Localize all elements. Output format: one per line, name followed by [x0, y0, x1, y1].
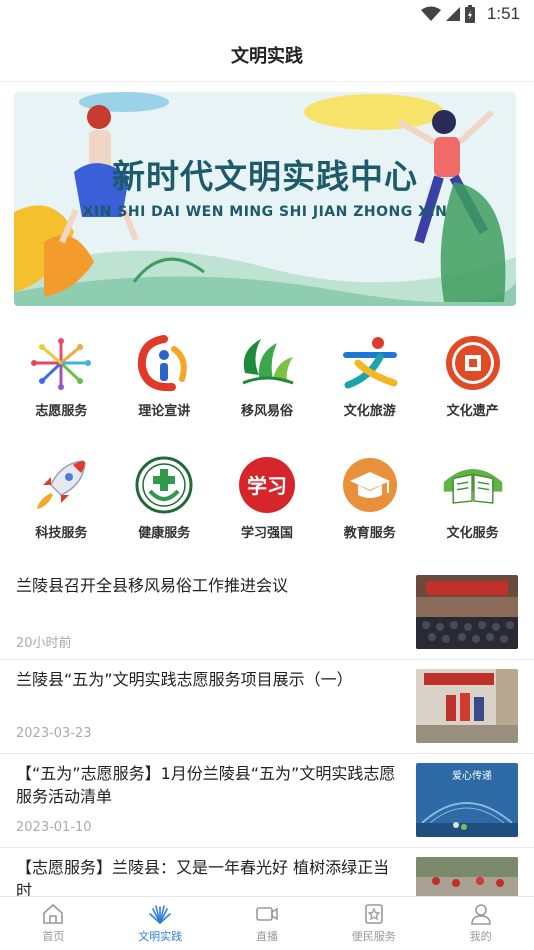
status-time: 1:51 [486, 4, 520, 23]
heritage-icon [440, 330, 506, 396]
wifi-icon [420, 6, 441, 21]
user-icon [470, 904, 491, 925]
rocket-icon [28, 452, 94, 518]
service-health[interactable]: 健康服务 [113, 452, 216, 562]
home-icon [43, 903, 64, 924]
service-label: 文化服务 [446, 526, 499, 541]
news-list: 兰陵县召开全县移风易俗工作推进会议 20小时前 兰陵县“五为”文明实践志愿服务项… [0, 566, 534, 942]
news-title: 兰陵县“五为”文明实践志愿服务项目展示（一） [16, 670, 353, 689]
service-xuexi[interactable]: 学习 学习强国 [216, 452, 319, 562]
tab-civilization[interactable]: 文明实践 [107, 897, 214, 950]
header: 文明实践 [0, 28, 534, 82]
service-label: 学习强国 [240, 526, 293, 541]
service-label: 移风易俗 [240, 404, 293, 419]
graduation-cap-icon [337, 452, 403, 518]
bottom-tab-bar: 首页 文明实践 直播 便民服务 我的 [0, 896, 534, 950]
tab-label: 便民服务 [351, 930, 396, 943]
tab-label: 文明实践 [138, 930, 183, 943]
service-tourism[interactable]: 文化旅游 [318, 330, 421, 440]
star-badge-icon [364, 904, 383, 924]
status-bar: 1:51 [0, 0, 534, 28]
service-label: 文化遗产 [446, 404, 499, 419]
news-thumbnail [416, 575, 518, 649]
service-heritage[interactable]: 文化遗产 [421, 330, 524, 440]
page-title: 文明实践 [231, 45, 303, 67]
service-theory[interactable]: 理论宣讲 [113, 330, 216, 440]
banner[interactable]: 新时代文明实践中心 XIN SHI DAI WEN MING SHI JIAN … [14, 92, 516, 306]
news-item[interactable]: 兰陵县召开全县移风易俗工作推进会议 20小时前 [0, 566, 534, 660]
service-label: 志愿服务 [35, 404, 88, 419]
service-label: 理论宣讲 [138, 404, 191, 419]
tab-profile[interactable]: 我的 [427, 897, 534, 950]
tab-live[interactable]: 直播 [214, 897, 321, 950]
xuexi-icon: 学习 [234, 452, 300, 518]
volunteer-icon [28, 330, 94, 396]
customs-icon [234, 330, 300, 396]
theory-icon [131, 330, 197, 396]
status-icons [420, 5, 475, 23]
thumbnail-caption: 爱心传递 [452, 769, 492, 782]
civilization-icon [149, 905, 171, 924]
news-title: 兰陵县召开全县移风易俗工作推进会议 [16, 576, 289, 595]
news-title: 【“五为”志愿服务】1月份兰陵县“五为”文明实践志愿服务活动清单 [16, 764, 396, 806]
service-label: 文化旅游 [343, 404, 396, 419]
banner-illustration [14, 92, 516, 306]
tab-label: 直播 [255, 930, 278, 943]
service-volunteer[interactable]: 志愿服务 [10, 330, 113, 440]
news-item[interactable]: 兰陵县“五为”文明实践志愿服务项目展示（一） 2023-03-23 [0, 660, 534, 754]
service-label: 科技服务 [35, 526, 88, 541]
news-thumbnail [416, 669, 518, 743]
tab-home[interactable]: 首页 [0, 897, 107, 950]
tab-label: 首页 [42, 930, 65, 943]
banner-title: 新时代文明实践中心 [112, 157, 418, 196]
service-technology[interactable]: 科技服务 [10, 452, 113, 562]
battery-icon [464, 5, 475, 23]
news-time: 2023-01-10 [16, 820, 92, 835]
book-icon [440, 452, 506, 518]
service-grid-row-2: 科技服务 健康服务 学习 学习强国 教育服务 文化服务 [10, 452, 524, 562]
service-label: 健康服务 [138, 526, 191, 541]
service-culture[interactable]: 文化服务 [421, 452, 524, 562]
signal-icon [445, 7, 460, 21]
service-grid-row-1: 志愿服务 理论宣讲 移风易俗 文化旅游 文化遗产 [10, 330, 524, 440]
tab-label: 我的 [469, 930, 492, 943]
news-time: 20小时前 [16, 636, 72, 651]
news-item[interactable]: 【“五为”志愿服务】1月份兰陵县“五为”文明实践志愿服务活动清单 2023-01… [0, 754, 534, 848]
svg-text:学习: 学习 [247, 474, 287, 498]
service-label: 教育服务 [343, 526, 396, 541]
service-education[interactable]: 教育服务 [318, 452, 421, 562]
health-icon [131, 452, 197, 518]
tab-services[interactable]: 便民服务 [320, 897, 427, 950]
tourism-icon [337, 330, 403, 396]
news-time: 2023-03-23 [16, 726, 92, 741]
video-icon [256, 907, 278, 921]
service-customs[interactable]: 移风易俗 [216, 330, 319, 440]
banner-subtitle: XIN SHI DAI WEN MING SHI JIAN ZHONG XIN [82, 204, 448, 220]
news-thumbnail: 爱心传递 [416, 763, 518, 837]
